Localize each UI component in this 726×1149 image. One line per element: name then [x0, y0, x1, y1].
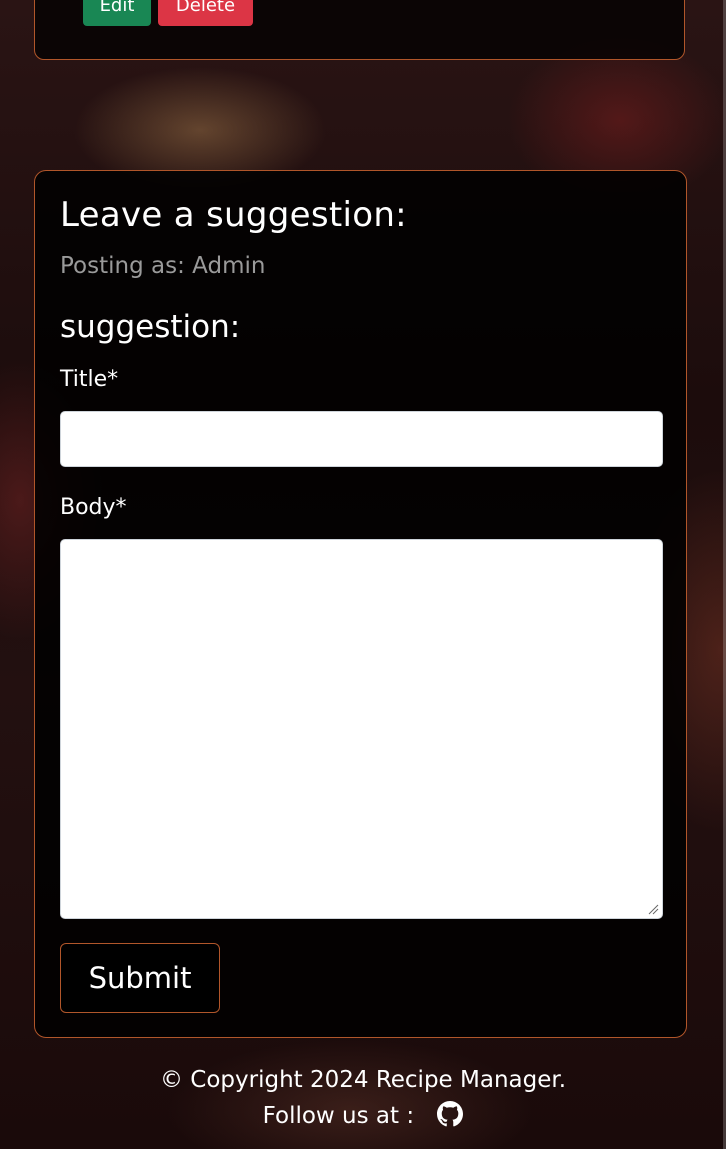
resize-grip-icon[interactable]	[647, 903, 659, 915]
title-label: Title*	[60, 367, 119, 392]
suggestion-subheading: suggestion:	[60, 309, 241, 345]
follow-line: Follow us at :	[0, 1098, 726, 1134]
title-input[interactable]	[60, 411, 663, 467]
body-textarea[interactable]	[60, 539, 663, 919]
submit-button[interactable]: Submit	[60, 943, 220, 1013]
copyright-text: © Copyright 2024 Recipe Manager.	[159, 1067, 567, 1093]
follow-us-text: Follow us at :	[262, 1103, 415, 1129]
posting-as-text: Posting as: Admin	[60, 253, 266, 279]
page-footer: © Copyright 2024 Recipe Manager. Follow …	[0, 1062, 726, 1134]
recipe-card: Edit Delete	[34, 0, 685, 60]
body-label: Body*	[60, 495, 127, 520]
github-icon[interactable]	[437, 1100, 464, 1127]
suggestion-card: Leave a suggestion: Posting as: Admin su…	[34, 170, 687, 1038]
edit-button[interactable]: Edit	[83, 0, 151, 26]
suggestion-heading: Leave a suggestion:	[60, 195, 407, 235]
delete-button[interactable]: Delete	[158, 0, 253, 26]
